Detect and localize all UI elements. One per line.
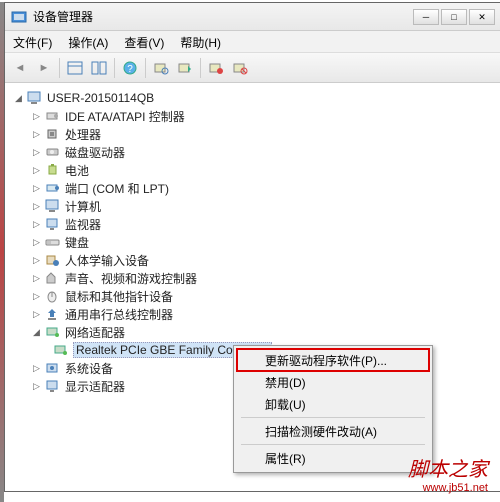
category-icon: [45, 307, 61, 321]
expand-icon[interactable]: ▷: [31, 309, 42, 320]
network-icon: [45, 325, 61, 339]
category-icon: [45, 253, 61, 267]
category-item[interactable]: ▷ 计算机: [9, 197, 497, 215]
category-icon: [45, 181, 61, 195]
category-icon: [45, 361, 61, 375]
minimize-button[interactable]: ─: [413, 9, 439, 25]
category-item[interactable]: ▷ IDE ATA/ATAPI 控制器: [9, 107, 497, 125]
expand-icon[interactable]: ▷: [31, 237, 42, 248]
close-button[interactable]: ✕: [469, 9, 495, 25]
disable-button[interactable]: [229, 57, 251, 79]
menu-scan-hardware[interactable]: 扫描检测硬件改动(A): [237, 420, 429, 442]
collapse-icon[interactable]: ◢: [13, 93, 24, 104]
category-item[interactable]: ▷ 键盘: [9, 233, 497, 251]
expand-icon[interactable]: ▷: [31, 129, 42, 140]
category-item[interactable]: ▷ 鼠标和其他指针设备: [9, 287, 497, 305]
menu-help[interactable]: 帮助(H): [172, 31, 229, 52]
expand-icon[interactable]: ▷: [31, 111, 42, 122]
computer-icon: [27, 91, 43, 105]
expand-icon[interactable]: ▷: [31, 201, 42, 212]
window-title: 设备管理器: [33, 8, 93, 25]
collapse-icon[interactable]: ◢: [31, 327, 42, 338]
category-icon: [45, 379, 61, 393]
category-icon: [45, 235, 61, 249]
menu-file[interactable]: 文件(F): [5, 31, 60, 52]
category-item[interactable]: ▷ 人体学输入设备: [9, 251, 497, 269]
menu-action[interactable]: 操作(A): [60, 31, 116, 52]
help-button[interactable]: ?: [119, 57, 141, 79]
category-icon: [45, 289, 61, 303]
category-item[interactable]: ▷ 磁盘驱动器: [9, 143, 497, 161]
expand-icon[interactable]: ▷: [31, 165, 42, 176]
view-button[interactable]: [64, 57, 86, 79]
menu-update-driver[interactable]: 更新驱动程序软件(P)...: [237, 349, 429, 371]
svg-text:?: ?: [127, 64, 133, 75]
menu-view[interactable]: 查看(V): [116, 31, 172, 52]
menu-separator: [241, 444, 425, 445]
view2-button[interactable]: [88, 57, 110, 79]
device-manager-window: 设备管理器 ─ □ ✕ 文件(F) 操作(A) 查看(V) 帮助(H) ◄ ► …: [4, 2, 500, 492]
expand-icon[interactable]: ▷: [31, 273, 42, 284]
category-icon: [45, 271, 61, 285]
category-icon: [45, 109, 61, 123]
category-icon: [45, 163, 61, 177]
back-button[interactable]: ◄: [9, 57, 31, 79]
expand-icon[interactable]: ▷: [31, 219, 42, 230]
expand-icon[interactable]: ▷: [31, 255, 42, 266]
context-menu: 更新驱动程序软件(P)... 禁用(D) 卸载(U) 扫描检测硬件改动(A) 属…: [233, 345, 433, 473]
uninstall-button[interactable]: [205, 57, 227, 79]
category-item[interactable]: ▷ 电池: [9, 161, 497, 179]
maximize-button[interactable]: □: [441, 9, 467, 25]
nic-icon: [53, 343, 69, 357]
menu-uninstall[interactable]: 卸载(U): [237, 393, 429, 415]
category-item[interactable]: ▷ 处理器: [9, 125, 497, 143]
tree-root[interactable]: ◢ USER-20150114QB: [9, 89, 497, 107]
category-item[interactable]: ▷ 声音、视频和游戏控制器: [9, 269, 497, 287]
category-icon: [45, 199, 61, 213]
category-item[interactable]: ▷ 通用串行总线控制器: [9, 305, 497, 323]
category-network[interactable]: ◢ 网络适配器: [9, 323, 497, 341]
expand-icon[interactable]: ▷: [31, 183, 42, 194]
menubar: 文件(F) 操作(A) 查看(V) 帮助(H): [5, 31, 500, 53]
menu-separator: [241, 417, 425, 418]
expand-icon[interactable]: ▷: [31, 291, 42, 302]
watermark: 脚本之家 www.jb51.net: [408, 453, 488, 494]
category-icon: [45, 127, 61, 141]
expand-icon[interactable]: ▷: [31, 147, 42, 158]
scan-button[interactable]: [150, 57, 172, 79]
expand-icon[interactable]: ▷: [31, 363, 42, 374]
category-icon: [45, 217, 61, 231]
expand-icon[interactable]: ▷: [31, 381, 42, 392]
menu-disable[interactable]: 禁用(D): [237, 371, 429, 393]
app-icon: [11, 10, 27, 24]
category-icon: [45, 145, 61, 159]
update-button[interactable]: [174, 57, 196, 79]
category-item[interactable]: ▷ 监视器: [9, 215, 497, 233]
titlebar[interactable]: 设备管理器 ─ □ ✕: [5, 3, 500, 31]
forward-button[interactable]: ►: [33, 57, 55, 79]
toolbar: ◄ ► ?: [5, 53, 500, 83]
menu-properties[interactable]: 属性(R): [237, 447, 429, 469]
category-item[interactable]: ▷ 端口 (COM 和 LPT): [9, 179, 497, 197]
